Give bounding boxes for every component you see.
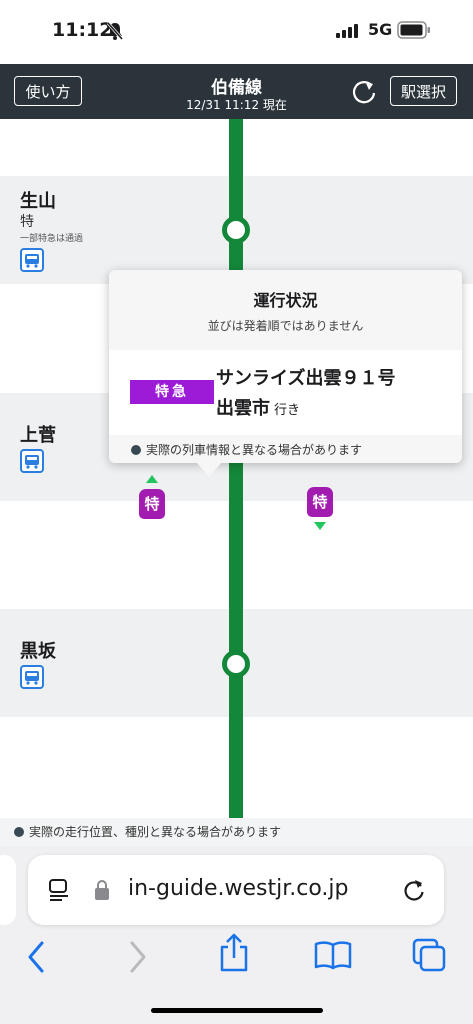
train-info-row[interactable]: 特急 サンライズ出雲９１号 出雲市 行き [109,350,462,435]
signal-bars-icon [336,24,358,38]
bullet-dot-icon [131,445,141,455]
previous-tab-preview[interactable] [0,855,16,925]
browser-toolbar: in-guide.westjr.co.jp [0,846,473,1024]
train-destination: 出雲市 行き [216,394,300,420]
destination-suffix: 行き [274,403,301,418]
train-marker-down[interactable]: 特 [307,487,333,536]
bus-icon[interactable] [20,248,44,272]
station-select-button[interactable]: 駅選択 [390,76,457,106]
train-info-popup[interactable]: 運行状況 並びは発着順ではありません 特急 サンライズ出雲９１号 出雲市 行き 実… [109,270,462,463]
reload-icon[interactable] [401,877,427,903]
bus-icon[interactable] [20,449,44,473]
url-text: in-guide.westjr.co.jp [128,876,349,901]
network-type: 5G [368,20,393,39]
popup-subtitle: 並びは発着順ではありません [207,319,364,333]
bookmarks-icon[interactable] [313,940,353,970]
app-header: 使い方 伯備線 12/31 11:12 現在 駅選択 [0,64,473,119]
battery-icon [397,21,430,39]
popup-note: 実際の列車情報と異なる場合があります [131,441,362,458]
station-node-ikuyama[interactable] [222,216,250,244]
tabs-format-icon[interactable] [46,877,72,903]
home-indicator [151,1008,323,1013]
bell-slash-icon [106,22,124,40]
station-name[interactable]: 上菅 [20,421,56,447]
bullet-dot-icon [14,827,24,837]
train-name: サンライズ出雲９１号 [216,368,396,389]
popup-title: 運行状況 [253,291,318,310]
refresh-icon[interactable] [349,77,379,107]
lock-icon [95,880,109,900]
popup-note-text: 実際の列車情報と異なる場合があります [146,443,363,457]
back-icon[interactable] [22,939,50,975]
train-label: 特 [139,489,165,519]
share-icon[interactable] [217,932,251,974]
destination-name: 出雲市 [216,398,270,419]
station-name[interactable]: 黒坂 [20,637,56,663]
popup-pointer [197,463,221,477]
disclaimer: 実際の走行位置、種別と異なる場合があります [14,823,281,840]
route-map: 生山 特 一部特急は通過 上菅 黒坂 特 特 [0,119,473,819]
up-arrow-icon [146,475,158,483]
tabs-icon[interactable] [411,937,447,973]
station-node-kurosaka[interactable] [222,650,250,678]
station-train-type: 特 [20,214,34,230]
clock: 11:12 [52,19,113,41]
train-marker-up[interactable]: 特 [139,470,165,519]
bus-icon[interactable] [20,665,44,689]
station-name[interactable]: 生山 [20,187,56,213]
disclaimer-text: 実際の走行位置、種別と異なる場合があります [29,825,282,839]
address-bar[interactable]: in-guide.westjr.co.jp [28,855,444,925]
down-arrow-icon [314,522,326,530]
disclaimer-bar: 実際の走行位置、種別と異なる場合があります [0,818,473,846]
station-note: 一部特急は通過 [20,234,84,244]
train-label: 特 [307,487,333,517]
forward-icon[interactable] [124,939,152,975]
status-bar: 11:12 5G [0,0,473,64]
limited-express-badge: 特急 [130,380,214,404]
